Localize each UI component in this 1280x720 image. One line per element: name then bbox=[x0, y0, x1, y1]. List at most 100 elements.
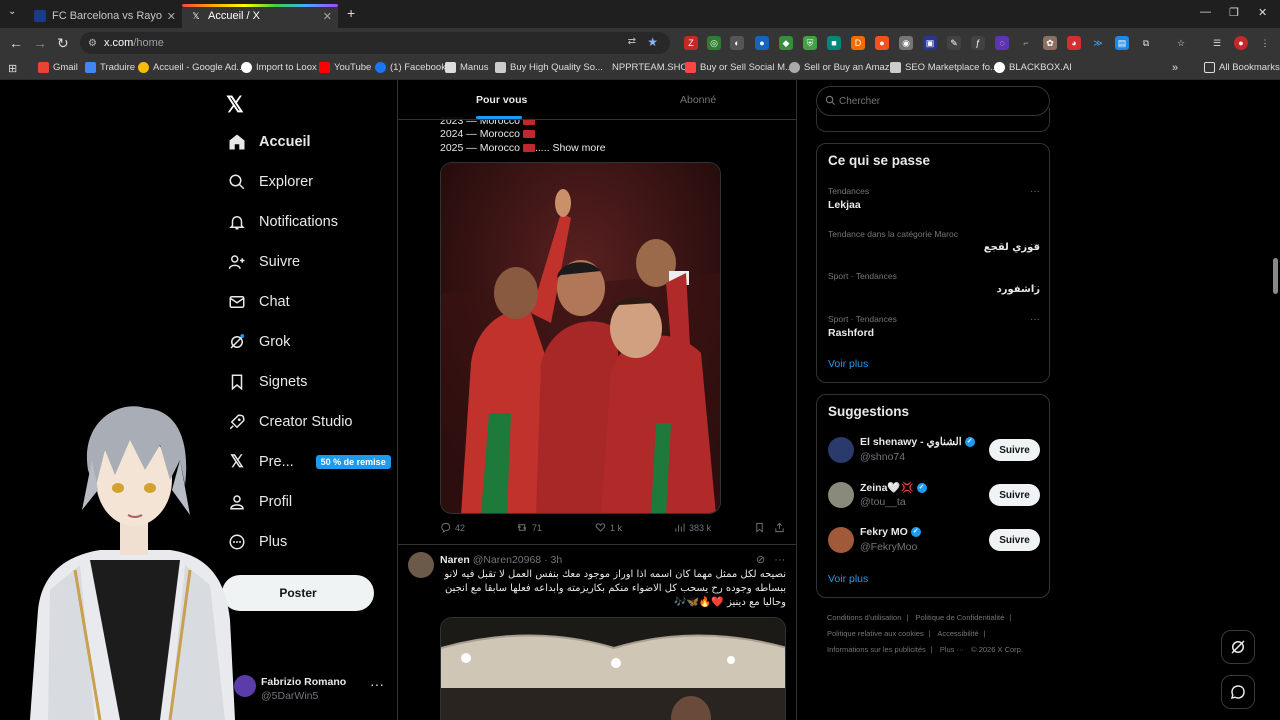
extension-icon[interactable]: ◉ bbox=[899, 36, 913, 50]
nav-item-grok[interactable]: Grok bbox=[227, 327, 290, 357]
tab-pour-vous[interactable]: Pour vous bbox=[476, 94, 527, 106]
nav-item-notifications[interactable]: Notifications bbox=[227, 207, 338, 237]
footer-link[interactable]: Conditions d'utilisation bbox=[827, 613, 901, 622]
follow-button[interactable]: Suivre bbox=[989, 529, 1040, 551]
reload-icon[interactable]: ↻ bbox=[57, 35, 69, 52]
window-close-button[interactable]: ✕ bbox=[1258, 6, 1267, 19]
tab-close-icon[interactable]: ✕ bbox=[167, 10, 176, 23]
translate-icon[interactable]: ⇄ bbox=[628, 36, 636, 47]
bookmark-npprteam[interactable]: NPPRTEAM.SHOP bbox=[612, 62, 694, 73]
extension-icon[interactable]: ⌐ bbox=[1019, 36, 1033, 50]
forward-icon[interactable]: → bbox=[33, 35, 47, 51]
extension-icon[interactable]: ● bbox=[755, 36, 769, 50]
nav-item-accueil[interactable]: Accueil bbox=[227, 127, 311, 157]
footer-link[interactable]: Politique de Confidentialité bbox=[915, 613, 1004, 622]
page-scrollbar[interactable] bbox=[1270, 80, 1280, 720]
back-icon[interactable]: ← bbox=[9, 35, 23, 51]
restore-button[interactable]: ❐ bbox=[1229, 6, 1239, 19]
bookmark-button[interactable] bbox=[754, 522, 769, 533]
footer-link[interactable]: Informations sur les publicités bbox=[827, 645, 926, 654]
bookmark-buy-sell-social[interactable]: Buy or Sell Social M... bbox=[685, 62, 793, 73]
more-icon[interactable]: ··· bbox=[1030, 186, 1040, 197]
follow-button[interactable]: Suivre bbox=[989, 484, 1040, 506]
suggestion-item[interactable]: Zeina🤍💢 ✓ @tou__ta Suivre bbox=[828, 480, 1040, 512]
nav-item-premium[interactable]: 𝕏 Pre... 50 % de remise bbox=[227, 447, 391, 477]
bookmark-star-icon[interactable]: ★ bbox=[647, 35, 658, 49]
tweet-author-handle[interactable]: @Naren20968 bbox=[473, 554, 541, 566]
new-tab-button[interactable]: + bbox=[347, 5, 355, 21]
bookmarks-overflow-icon[interactable]: » bbox=[1172, 62, 1178, 74]
messages-fab[interactable] bbox=[1221, 675, 1255, 709]
show-more-link[interactable]: Show more bbox=[552, 142, 605, 154]
trend-item[interactable]: Tendances Lekjaa ··· bbox=[828, 186, 1040, 211]
views-button[interactable]: 383 k bbox=[674, 522, 711, 533]
search-input[interactable]: Chercher bbox=[816, 86, 1050, 116]
repost-button[interactable]: 71 bbox=[516, 522, 542, 533]
bookmark-google-ads[interactable]: Accueil - Google Ad... bbox=[138, 62, 244, 73]
extension-icon[interactable]: ◌ bbox=[995, 36, 1009, 50]
star-icon[interactable]: ☆ bbox=[1174, 36, 1188, 50]
avatar[interactable] bbox=[408, 552, 434, 578]
tweet-time[interactable]: · 3h bbox=[544, 554, 562, 566]
bookmark-sell-buy-amazon[interactable]: Sell or Buy an Amaz... bbox=[789, 62, 897, 73]
see-more-trends-link[interactable]: Voir plus bbox=[828, 358, 868, 370]
grok-icon[interactable]: ⊘ bbox=[756, 554, 765, 566]
tab-close-icon[interactable]: ✕ bbox=[323, 10, 332, 23]
menu-icon[interactable]: ⋮ bbox=[1258, 36, 1272, 50]
account-switcher[interactable]: Fabrizio Romano @5DarWin5 ··· bbox=[232, 670, 392, 710]
bookmark-facebook[interactable]: (1) Facebook bbox=[375, 62, 446, 73]
trend-item[interactable]: Sport · Tendances Rashford ··· bbox=[828, 314, 1040, 339]
more-icon[interactable]: ··· bbox=[370, 676, 384, 692]
like-button[interactable]: 1 k bbox=[595, 522, 622, 533]
profile-avatar-icon[interactable]: ● bbox=[1234, 36, 1248, 50]
trend-item[interactable]: Sport · Tendances راشفورد ··· bbox=[828, 271, 1040, 295]
tab-abonne[interactable]: Abonné bbox=[680, 94, 716, 106]
share-button[interactable] bbox=[774, 522, 789, 533]
shield-icon[interactable]: ⛨ bbox=[803, 36, 817, 50]
x-logo-icon[interactable]: 𝕏 bbox=[226, 92, 244, 118]
all-bookmarks-folder[interactable]: All Bookmarks bbox=[1204, 62, 1280, 73]
suggestion-item[interactable]: El shenawy - الشناوي ✓ @shno74 Suivre bbox=[828, 435, 1040, 467]
tab-search-icon[interactable]: ☰ bbox=[1210, 36, 1224, 50]
pencil-icon[interactable]: ✎ bbox=[947, 36, 961, 50]
apps-icon[interactable]: ⊞ bbox=[8, 62, 17, 75]
see-more-suggestions-link[interactable]: Voir plus bbox=[828, 573, 868, 585]
site-info-icon[interactable]: ⚙ bbox=[88, 38, 97, 49]
suggestion-item[interactable]: Fekry MO ✓ @FekryMoo Suivre bbox=[828, 525, 1040, 557]
puzzle-icon[interactable]: ⧉ bbox=[1139, 36, 1153, 50]
tab-search-icon[interactable]: ⌄ bbox=[8, 6, 16, 17]
footer-link[interactable]: Plus ··· bbox=[940, 645, 964, 654]
extension-icon[interactable]: D bbox=[851, 36, 865, 50]
nav-item-chat[interactable]: Chat bbox=[227, 287, 290, 317]
extension-icon[interactable]: ≫ bbox=[1091, 36, 1105, 50]
nav-item-suivre[interactable]: Suivre bbox=[227, 247, 300, 277]
extension-icon[interactable]: ◕ bbox=[1067, 36, 1081, 50]
browser-tab-x[interactable]: 𝕏 Accueil / X ✕ bbox=[182, 4, 338, 28]
extension-icon[interactable]: ● bbox=[875, 36, 889, 50]
extension-icon[interactable]: ✿ bbox=[1043, 36, 1057, 50]
follow-button[interactable]: Suivre bbox=[989, 439, 1040, 461]
footer-link[interactable]: Politique relative aux cookies bbox=[827, 629, 924, 638]
extension-icon[interactable]: ▤ bbox=[1115, 36, 1129, 50]
bookmark-traduire[interactable]: Traduire bbox=[85, 62, 135, 73]
footer-link[interactable]: Accessibilité bbox=[937, 629, 978, 638]
more-icon[interactable]: ··· bbox=[1030, 314, 1040, 325]
more-icon[interactable]: ··· bbox=[774, 554, 785, 566]
grok-fab[interactable] bbox=[1221, 630, 1255, 664]
tweet-video[interactable] bbox=[440, 617, 786, 720]
extension-icon[interactable]: ▣ bbox=[923, 36, 937, 50]
bookmark-loox[interactable]: Import to Loox bbox=[241, 62, 317, 73]
scrollbar-thumb[interactable] bbox=[1273, 258, 1278, 294]
browser-tab-barcelona[interactable]: FC Barcelona vs Rayo Vallecano ✕ bbox=[26, 4, 182, 28]
extension-icon[interactable]: ◆ bbox=[779, 36, 793, 50]
bookmark-seo-marketplace[interactable]: SEO Marketplace fo... bbox=[890, 62, 998, 73]
tweet-photo[interactable] bbox=[440, 162, 721, 514]
extension-icon[interactable]: ■ bbox=[827, 36, 841, 50]
more-icon[interactable]: ··· bbox=[1030, 281, 1040, 292]
extension-icon[interactable]: ƒ bbox=[971, 36, 985, 50]
nav-item-explorer[interactable]: Explorer bbox=[227, 167, 313, 197]
minimize-button[interactable]: — bbox=[1200, 6, 1211, 18]
extension-icon[interactable]: Z bbox=[684, 36, 698, 50]
bookmark-buy-high-quality[interactable]: Buy High Quality So... bbox=[495, 62, 603, 73]
tweet-author-name[interactable]: Naren bbox=[440, 554, 470, 566]
